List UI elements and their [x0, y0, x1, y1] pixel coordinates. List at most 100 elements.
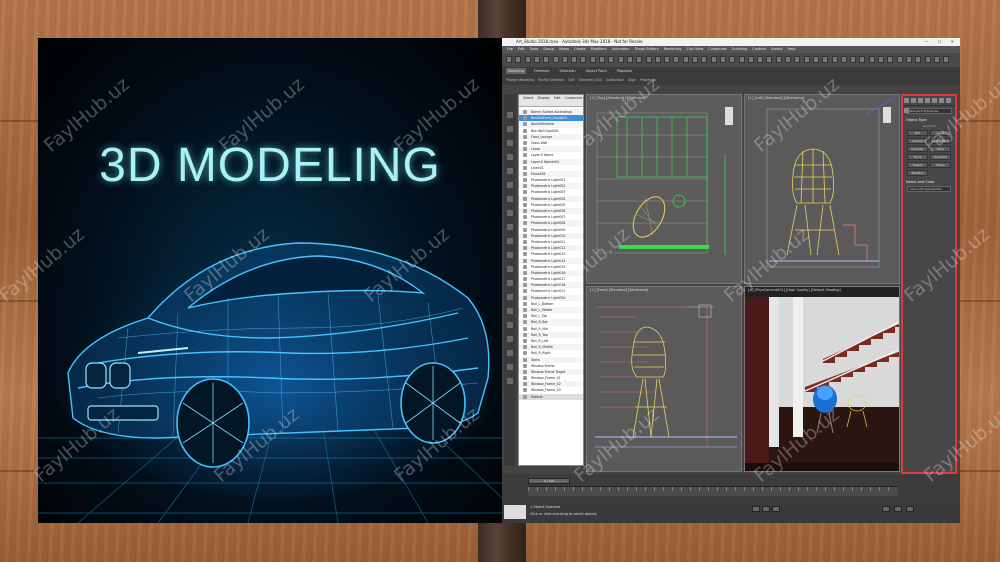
- toolbar-button[interactable]: [766, 56, 773, 63]
- object-name-field[interactable]: Line Loft Cylinder001: [907, 186, 951, 192]
- primitive-button[interactable]: TextPlus: [907, 170, 928, 176]
- viewport-camera-render[interactable]: [+] [PhysCamera001] [High Quality] [Defa…: [744, 286, 900, 472]
- create-category-icon[interactable]: [911, 98, 916, 103]
- primitive-button[interactable]: Plane: [930, 162, 951, 168]
- explorer-filter-button[interactable]: [507, 154, 513, 160]
- explorer-filter-button[interactable]: [507, 140, 513, 146]
- explorer-menu-item[interactable]: Customize: [565, 96, 583, 100]
- toolbar-button[interactable]: [626, 56, 633, 63]
- play-forward-button[interactable]: [772, 506, 780, 512]
- ribbon-tab[interactable]: Modeling: [506, 68, 526, 74]
- explorer-filter-button[interactable]: [507, 378, 513, 384]
- create-category-icon[interactable]: [939, 98, 944, 103]
- toolbar-button[interactable]: [664, 56, 671, 63]
- toolbar-button[interactable]: [571, 56, 578, 63]
- toolbar-button[interactable]: [645, 56, 652, 63]
- explorer-filter-button[interactable]: [507, 168, 513, 174]
- primitive-button[interactable]: Teapot: [907, 162, 928, 168]
- toolbar-button[interactable]: [850, 56, 857, 63]
- menu-item[interactable]: Rendering: [664, 46, 682, 53]
- maxscript-listener[interactable]: [504, 505, 526, 519]
- toolbar-button[interactable]: [719, 56, 726, 63]
- toolbar-button[interactable]: [738, 56, 745, 63]
- toolbar-button[interactable]: [552, 56, 559, 63]
- toolbar-button[interactable]: [506, 56, 512, 63]
- toolbar-button[interactable]: [924, 56, 931, 63]
- toolbar-button[interactable]: [831, 56, 838, 63]
- explorer-filter-button[interactable]: [507, 266, 513, 272]
- menu-item[interactable]: Views: [559, 46, 569, 53]
- explorer-filter-button[interactable]: [507, 238, 513, 244]
- viewport-label[interactable]: [+] [Top] [Standard] [Wireframe]: [590, 96, 645, 100]
- toolbar-button[interactable]: [636, 56, 643, 63]
- toolbar-button[interactable]: [701, 56, 708, 63]
- toolbar-button[interactable]: [729, 56, 736, 63]
- primitive-button[interactable]: GeoSphere: [930, 138, 951, 144]
- ribbon-subtab[interactable]: Align: [628, 78, 636, 82]
- ribbon-tab[interactable]: Populate: [615, 68, 634, 74]
- explorer-menu-item[interactable]: Edit: [554, 96, 561, 100]
- viewport-top[interactable]: [+] [Top] [Standard] [Wireframe]: [586, 94, 742, 284]
- create-category-icon[interactable]: [925, 98, 930, 103]
- viewport-label[interactable]: [+] [Front] [Standard] [Wireframe]: [590, 288, 648, 292]
- menu-item[interactable]: Tools: [530, 46, 539, 53]
- explorer-filter-button[interactable]: [507, 322, 513, 328]
- primitive-button[interactable]: Cylinder: [907, 146, 928, 152]
- toolbar-button[interactable]: [561, 56, 568, 63]
- toolbar-button[interactable]: [868, 56, 875, 63]
- explorer-filter-button[interactable]: [507, 182, 513, 188]
- menu-item[interactable]: File: [507, 46, 513, 53]
- zoom-extents-button[interactable]: [882, 506, 890, 512]
- toolbar-button[interactable]: [933, 56, 940, 63]
- toolbar-button[interactable]: [803, 56, 810, 63]
- time-slider[interactable]: 0 / 100: [528, 478, 570, 484]
- name-color-header[interactable]: Name and Color: [906, 180, 952, 184]
- toolbar-button[interactable]: [812, 56, 819, 63]
- menu-item[interactable]: Help: [788, 46, 796, 53]
- toolbar-button[interactable]: [533, 56, 540, 63]
- ribbon-tab[interactable]: Freeform: [532, 68, 552, 74]
- toolbar-button[interactable]: [822, 56, 829, 63]
- ribbon-tab[interactable]: Selection: [558, 68, 578, 74]
- ribbon-tab[interactable]: Object Paint: [584, 68, 609, 74]
- menu-item[interactable]: Create: [574, 46, 586, 53]
- toolbar-button[interactable]: [608, 56, 615, 63]
- create-category-icon[interactable]: [904, 98, 909, 103]
- menu-item[interactable]: Animation: [612, 46, 630, 53]
- toolbar-button[interactable]: [878, 56, 884, 63]
- toolbar-button[interactable]: [599, 56, 605, 63]
- primitive-button[interactable]: Torus: [907, 154, 928, 160]
- layer-footer[interactable]: Default: [519, 393, 583, 400]
- create-category-icon[interactable]: [946, 98, 951, 103]
- track-bar[interactable]: [528, 486, 898, 496]
- autogrid-checkbox[interactable]: AutoGrid: [903, 124, 955, 128]
- ribbon-subtab[interactable]: Edit: [568, 78, 574, 82]
- ribbon-subtab[interactable]: Modify Selection: [538, 78, 564, 82]
- play-button[interactable]: [762, 506, 770, 512]
- explorer-filter-button[interactable]: [507, 336, 513, 342]
- toolbar-button[interactable]: [515, 56, 522, 63]
- viewport-front[interactable]: [+] [Front] [Standard] [Wireframe]: [586, 286, 742, 472]
- explorer-filter-button[interactable]: [507, 364, 513, 370]
- toolbar-button[interactable]: [775, 56, 782, 63]
- toolbar-button[interactable]: [905, 56, 912, 63]
- toolbar-button[interactable]: [915, 56, 922, 63]
- explorer-filter-button[interactable]: [507, 126, 513, 132]
- explorer-filter-button[interactable]: [507, 196, 513, 202]
- object-category-dropdown[interactable]: Standard Primitives: [906, 108, 952, 114]
- primitive-button[interactable]: Sphere: [907, 138, 928, 144]
- explorer-filter-button[interactable]: [507, 294, 513, 300]
- explorer-filter-button[interactable]: [507, 112, 513, 118]
- explorer-filter-button[interactable]: [507, 210, 513, 216]
- viewport-label[interactable]: [+] [PhysCamera001] [High Quality] [Defa…: [748, 288, 841, 292]
- object-type-header[interactable]: Object Type: [906, 118, 952, 122]
- explorer-filter-button[interactable]: [507, 224, 513, 230]
- toolbar-button[interactable]: [589, 56, 596, 63]
- pan-button[interactable]: [894, 506, 902, 512]
- menu-item[interactable]: Content: [752, 46, 766, 53]
- explorer-menu-item[interactable]: Display: [537, 96, 550, 100]
- explorer-filter-button[interactable]: [507, 280, 513, 286]
- toolbar-button[interactable]: [617, 56, 624, 63]
- toolbar-button[interactable]: [887, 56, 894, 63]
- menu-item[interactable]: Scripting: [732, 46, 748, 53]
